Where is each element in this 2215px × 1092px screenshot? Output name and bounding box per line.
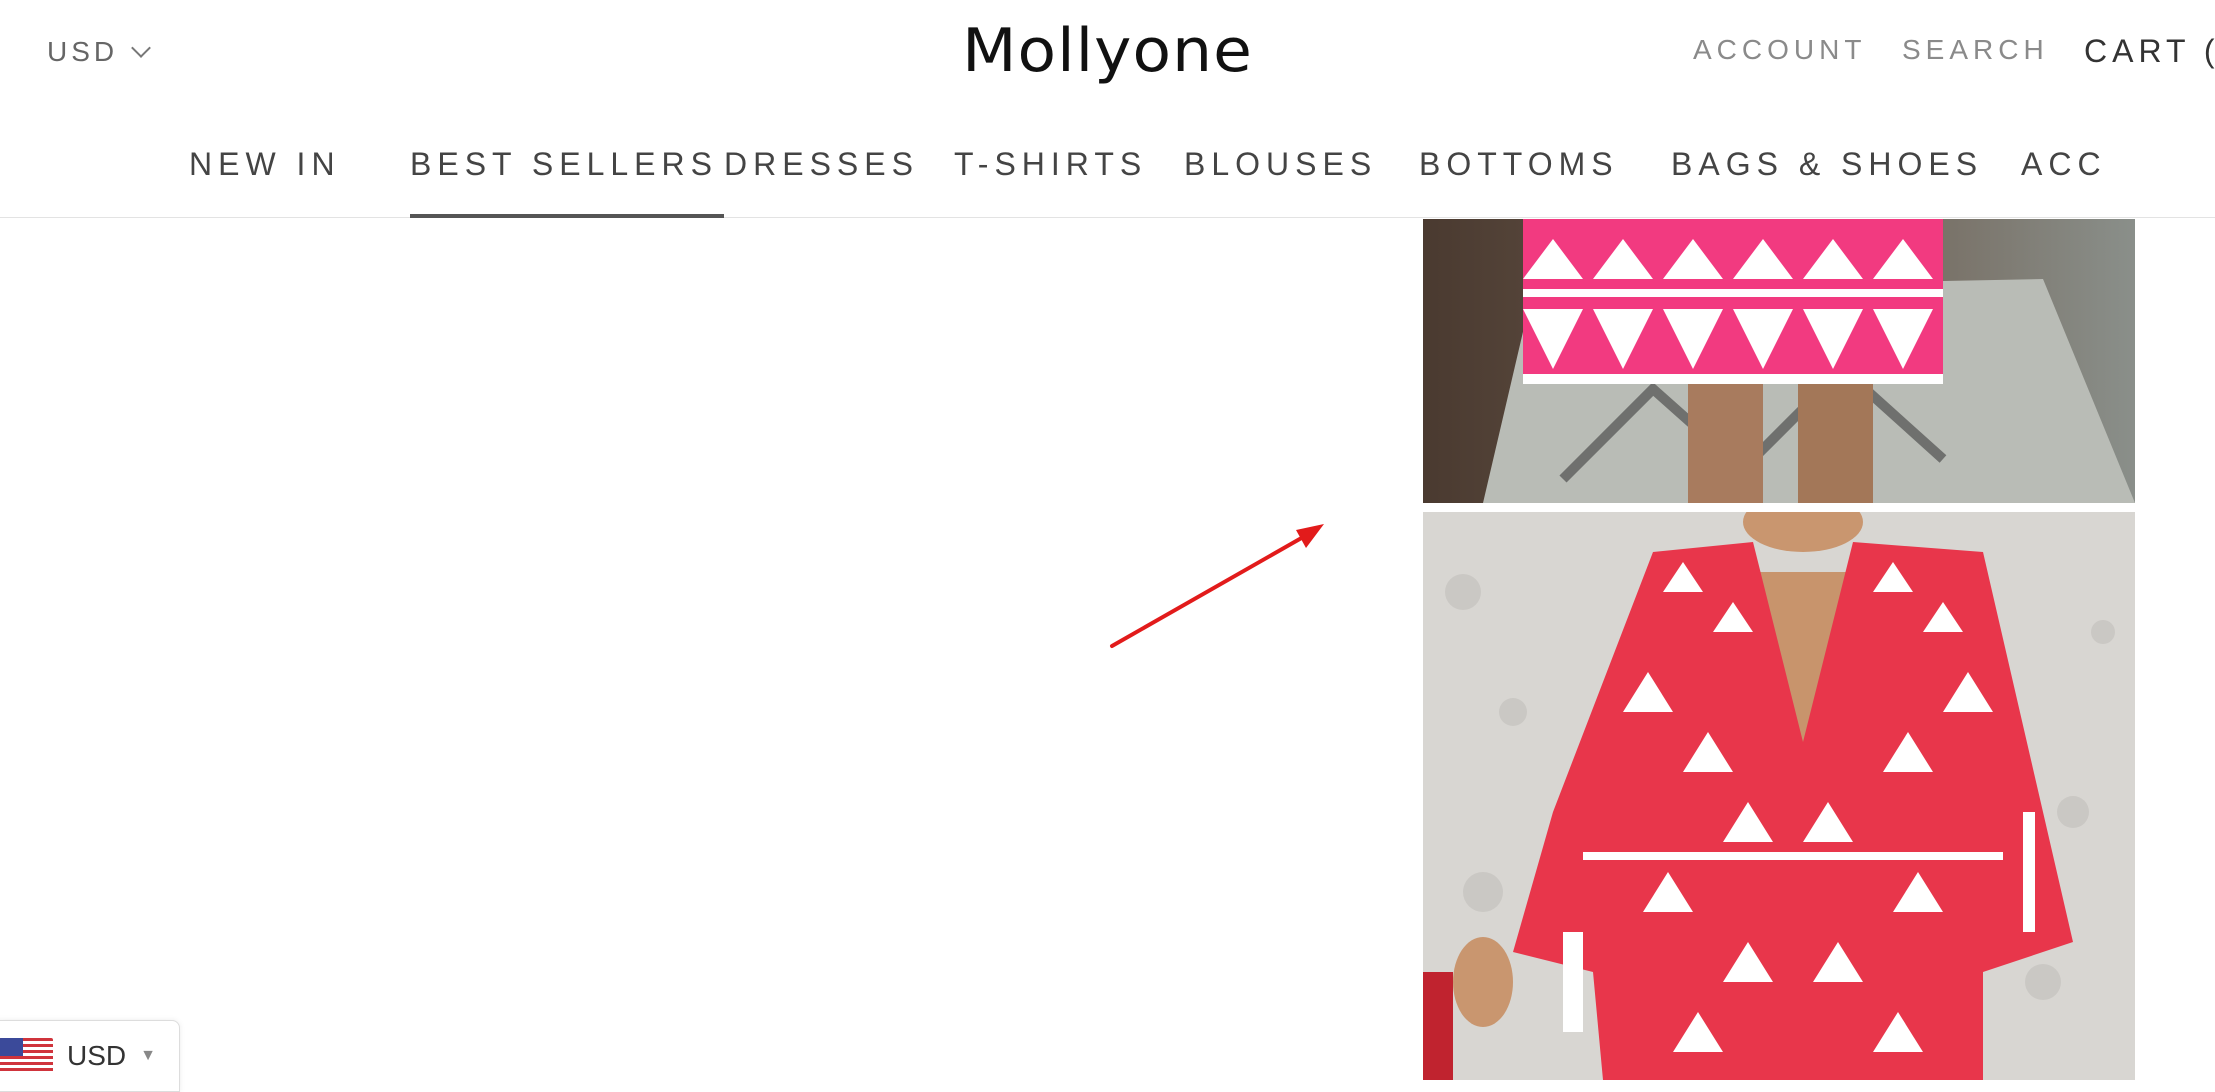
annotation-arrow bbox=[1110, 524, 1324, 648]
currency-widget[interactable]: USD ▼ bbox=[0, 1020, 180, 1092]
nav-item-best-sellers[interactable]: BEST SELLERS bbox=[410, 146, 724, 218]
product-image-red-dress[interactable] bbox=[1423, 512, 2135, 1080]
us-flag-icon bbox=[0, 1038, 53, 1074]
nav-item-t-shirts[interactable]: T-SHIRTS bbox=[954, 146, 1147, 183]
red-dress-photo bbox=[1423, 512, 2135, 1080]
product-image-pink-dress[interactable] bbox=[1423, 219, 2135, 503]
cart-link[interactable]: CART (0 bbox=[2084, 33, 2215, 70]
logo-text: Mollyone bbox=[962, 16, 1253, 86]
nav-item-dresses[interactable]: DRESSES bbox=[724, 146, 919, 183]
search-link[interactable]: SEARCH bbox=[1902, 34, 2049, 66]
nav-item-bags-shoes[interactable]: BAGS & SHOES bbox=[1671, 146, 1983, 183]
account-link[interactable]: ACCOUNT bbox=[1693, 34, 1866, 66]
nav-item-blouses[interactable]: BLOUSES bbox=[1184, 146, 1377, 183]
nav-item-acc[interactable]: ACC bbox=[2021, 146, 2107, 183]
site-logo[interactable]: Mollyone bbox=[0, 16, 2215, 86]
site-header: USD Mollyone ACCOUNT SEARCH CART (0 NEW … bbox=[0, 0, 2215, 218]
pink-dress-photo bbox=[1423, 219, 2135, 503]
currency-widget-label: USD bbox=[67, 1040, 127, 1071]
main-navigation: NEW IN BEST SELLERS DRESSES T-SHIRTS BLO… bbox=[0, 140, 2215, 218]
caret-down-icon: ▼ bbox=[140, 1047, 156, 1064]
nav-item-bottoms[interactable]: BOTTOMS bbox=[1419, 146, 1619, 183]
nav-item-new-in[interactable]: NEW IN bbox=[189, 146, 341, 183]
